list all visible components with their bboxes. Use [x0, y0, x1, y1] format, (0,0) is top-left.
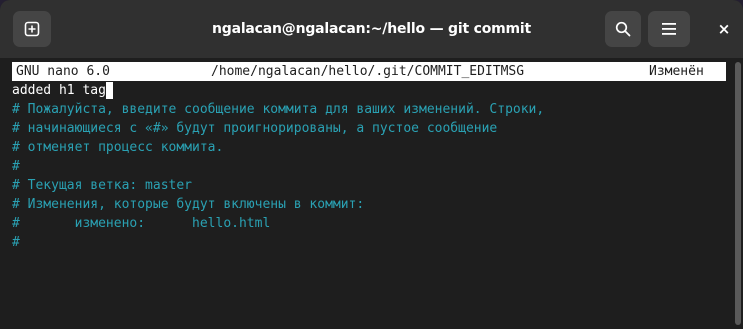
title-bar: ngalacan@ngalacan:~/hello — git commit ×: [0, 0, 743, 58]
terminal-window: ngalacan@ngalacan:~/hello — git commit ×…: [0, 0, 743, 329]
comment-line: # отменяет процесс коммита.: [12, 140, 224, 155]
nano-modified-status: Изменён: [649, 64, 704, 79]
scrollbar-thumb[interactable]: [735, 62, 741, 325]
nano-version: GNU nano 6.0: [16, 64, 110, 79]
nano-title-bar: GNU nano 6.0 /home/ngalacan/hello/.git/C…: [12, 62, 726, 81]
close-icon: ×: [717, 20, 731, 38]
editor-text[interactable]: added h1 tag # Пожалуйста, введите сообщ…: [12, 81, 726, 252]
commit-message-text: added h1 tag: [12, 83, 106, 98]
commit-message-line[interactable]: added h1 tag: [12, 81, 726, 100]
hamburger-menu-icon: [662, 23, 676, 35]
terminal-content[interactable]: GNU nano 6.0 /home/ngalacan/hello/.git/C…: [0, 58, 730, 329]
nano-file-path: /home/ngalacan/hello/.git/COMMIT_EDITMSG: [211, 64, 525, 79]
comment-line: #: [12, 159, 20, 174]
comment-line: # Пожалуйста, введите сообщение коммита …: [12, 102, 545, 117]
new-tab-button[interactable]: [13, 11, 51, 47]
text-cursor: [105, 82, 113, 99]
comment-line: # Текущая ветка: master: [12, 178, 193, 193]
comment-line: # начинающиеся с «#» будут проигнорирова…: [12, 121, 498, 136]
comment-line: #: [12, 235, 20, 250]
vertical-scrollbar[interactable]: [732, 58, 743, 329]
close-button[interactable]: ×: [706, 11, 742, 47]
comment-line: # Изменения, которые будут включены в ко…: [12, 197, 365, 212]
menu-button[interactable]: [648, 11, 690, 47]
window-title: ngalacan@ngalacan:~/hello — git commit: [211, 21, 532, 37]
comment-line: # изменено: hello.html: [12, 216, 271, 231]
search-button[interactable]: [605, 11, 641, 47]
search-icon: [615, 21, 631, 37]
new-tab-icon: [24, 21, 40, 37]
